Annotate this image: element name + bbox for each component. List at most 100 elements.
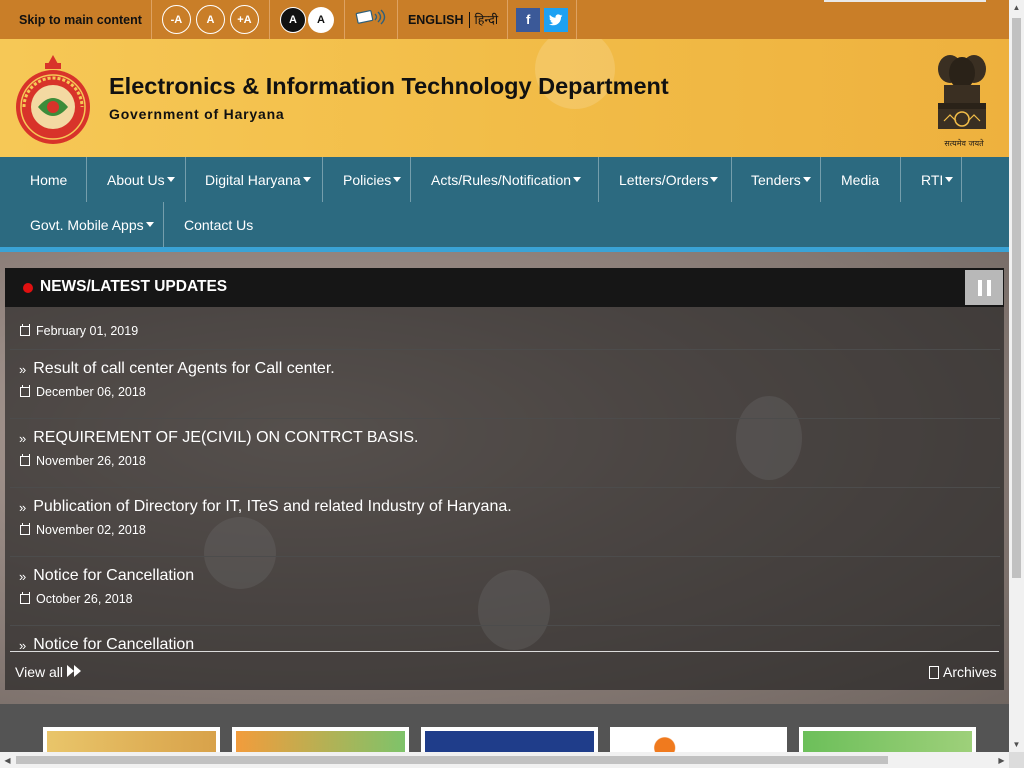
news-item[interactable]: » REQUIREMENT OF JE(CIVIL) ON CONTRCT BAS… [10, 419, 1000, 488]
nav-letters-orders[interactable]: Letters/Orders [599, 157, 732, 202]
banner-link[interactable] [799, 727, 976, 752]
horizontal-scrollbar[interactable]: ◀ ▶ [0, 752, 1009, 768]
archives-label: Archives [943, 664, 997, 680]
caret-down-icon [166, 177, 175, 182]
fast-forward-icon [67, 664, 81, 680]
view-all-link[interactable]: View all [15, 664, 81, 680]
news-headline-text: REQUIREMENT OF JE(CIVIL) ON CONTRCT BASI… [33, 429, 419, 446]
nav-label: Home [30, 171, 68, 188]
double-chevron-right-icon: » [19, 568, 27, 584]
scroll-left-arrow-icon[interactable]: ◀ [0, 752, 15, 768]
news-item[interactable]: February 01, 2019 [10, 307, 1000, 350]
high-contrast-button[interactable]: A [279, 6, 306, 33]
banner-strip [0, 704, 1009, 752]
font-decrease-button[interactable]: -A [161, 5, 191, 34]
main-navigation: Home About Us Digital Haryana Policies A… [0, 157, 1009, 247]
scroll-up-arrow-icon[interactable]: ▲ [1009, 0, 1024, 15]
banner-link[interactable] [421, 727, 598, 752]
nav-home[interactable]: Home [0, 157, 87, 202]
nav-contact-us[interactable]: Contact Us [164, 202, 274, 247]
calendar-icon [20, 523, 30, 535]
nav-label: RTI [921, 171, 944, 188]
twitter-icon[interactable] [544, 7, 569, 32]
scrollbar-corner [1009, 752, 1024, 768]
nav-label: About Us [107, 171, 165, 188]
news-item[interactable]: » Result of call center Agents for Call c… [10, 350, 1000, 419]
vertical-scrollbar[interactable]: ▲ ▼ [1009, 0, 1024, 752]
caret-down-icon [145, 222, 154, 227]
scroll-right-arrow-icon[interactable]: ▶ [994, 752, 1009, 768]
vertical-scroll-thumb[interactable] [1012, 18, 1021, 578]
news-item[interactable]: » Notice for Cancellation [10, 626, 1000, 649]
news-headline[interactable]: » Notice for Cancellation [19, 636, 194, 649]
lang-english-link[interactable]: ENGLISH [408, 13, 464, 27]
scroll-down-arrow-icon[interactable]: ▼ [1009, 737, 1024, 752]
pause-icon [977, 279, 982, 296]
pause-icon [986, 279, 991, 296]
social-links: f [508, 0, 578, 39]
nav-policies[interactable]: Policies [323, 157, 411, 202]
news-footer-divider [10, 651, 999, 652]
archives-link[interactable]: Archives [929, 664, 997, 680]
font-increase-button[interactable]: +A [229, 5, 259, 34]
news-date-text: October 26, 2018 [36, 592, 133, 606]
news-panel: NEWS/LATEST UPDATES February 01, 2019 » R… [5, 268, 1004, 690]
nav-accent-border [0, 247, 1009, 252]
nav-media[interactable]: Media [821, 157, 901, 202]
news-headline[interactable]: » Publication of Directory for IT, ITeS a… [19, 498, 512, 516]
normal-contrast-button[interactable]: A [307, 6, 334, 33]
skip-to-main-link[interactable]: Skip to main content [0, 0, 152, 39]
caret-down-icon [802, 177, 811, 182]
nav-rti[interactable]: RTI [901, 157, 962, 202]
calendar-icon [20, 385, 30, 397]
news-date: November 02, 2018 [20, 523, 146, 537]
news-title: NEWS/LATEST UPDATES [40, 278, 228, 295]
caret-down-icon [945, 177, 954, 182]
news-headline[interactable]: » Notice for Cancellation [19, 567, 194, 585]
nav-label: Govt. Mobile Apps [30, 216, 144, 233]
screen-reader-link[interactable] [345, 0, 398, 39]
nav-row-secondary: Govt. Mobile Apps Contact Us [0, 202, 274, 247]
double-chevron-right-icon: » [19, 499, 27, 515]
language-switcher: ENGLISH हिन्दी [398, 0, 509, 39]
nav-label: Media [841, 171, 880, 188]
news-header: NEWS/LATEST UPDATES [5, 268, 1004, 307]
news-headline[interactable]: » REQUIREMENT OF JE(CIVIL) ON CONTRCT BAS… [19, 429, 418, 447]
nav-label: Letters/Orders [619, 171, 709, 188]
nav-about-us[interactable]: About Us [87, 157, 186, 202]
banner-image [47, 731, 216, 752]
nav-label: Policies [343, 171, 392, 188]
caret-down-icon [302, 177, 311, 182]
nav-tenders[interactable]: Tenders [732, 157, 821, 202]
facebook-icon[interactable]: f [516, 7, 541, 32]
news-list: February 01, 2019 » Result of call center… [5, 307, 1004, 649]
site-header: Electronics & Information Technology Dep… [0, 39, 1009, 157]
nav-govt-mobile-apps[interactable]: Govt. Mobile Apps [0, 202, 164, 247]
banner-link[interactable] [610, 727, 787, 752]
caret-down-icon [710, 177, 719, 182]
news-item[interactable]: » Publication of Directory for IT, ITeS a… [10, 488, 1000, 557]
calendar-icon [20, 324, 30, 336]
news-headline-text: Publication of Directory for IT, ITeS an… [33, 498, 512, 515]
news-date: November 26, 2018 [20, 454, 146, 468]
screen-reader-icon [355, 8, 387, 31]
caret-down-icon [573, 177, 582, 182]
banner-link[interactable] [232, 727, 409, 752]
pause-ticker-button[interactable] [965, 270, 1003, 305]
news-headline[interactable]: » Result of call center Agents for Call c… [19, 360, 335, 378]
search-box-edge[interactable] [824, 0, 986, 2]
emblem-motto: सत्यमेव जयते [944, 139, 984, 148]
horizontal-scroll-thumb[interactable] [16, 756, 888, 764]
news-item[interactable]: » Notice for Cancellation October 26, 201… [10, 557, 1000, 626]
font-normal-button[interactable]: A [195, 5, 225, 34]
news-date: December 06, 2018 [20, 385, 146, 399]
news-date-text: November 26, 2018 [36, 454, 146, 468]
nav-acts-rules[interactable]: Acts/Rules/Notification [411, 157, 599, 202]
page-subtitle: Government of Haryana [109, 106, 285, 122]
lang-hindi-link[interactable]: हिन्दी [475, 11, 499, 28]
haryana-seal-logo[interactable] [14, 49, 92, 145]
nav-digital-haryana[interactable]: Digital Haryana [186, 157, 323, 202]
calendar-icon [20, 454, 30, 466]
banner-link[interactable] [43, 727, 220, 752]
double-chevron-right-icon: » [19, 361, 27, 377]
